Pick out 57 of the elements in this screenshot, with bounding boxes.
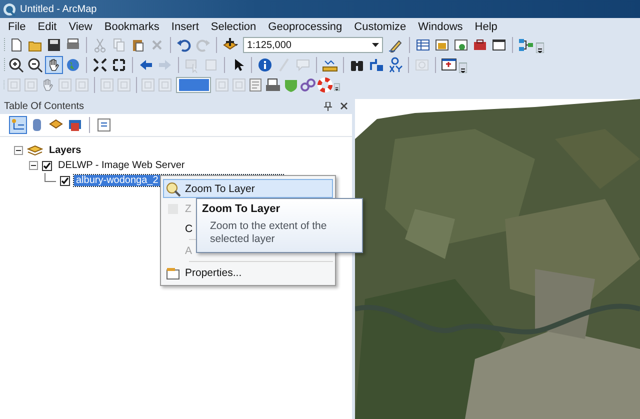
menu-item[interactable]: Zoom To Layer [163, 179, 333, 198]
menu-item[interactable]: Geoprocessing [262, 20, 348, 32]
list-by-drawing-order-icon[interactable] [10, 117, 26, 133]
checkbox[interactable] [60, 176, 70, 186]
scale-field[interactable]: 1:125,000 [243, 37, 383, 53]
search-window-icon[interactable] [453, 37, 469, 53]
undo-icon[interactable] [176, 37, 192, 53]
zoom-combo[interactable] [176, 77, 212, 93]
collapse-icon[interactable] [14, 146, 23, 155]
window-title: Untitled - ArcMap [20, 4, 97, 14]
panel-title: Table Of Contents [4, 101, 84, 112]
menu-item[interactable]: Insert [165, 20, 205, 32]
menu-item[interactable]: Selection [204, 20, 262, 32]
arrows-inward-icon[interactable] [92, 57, 108, 73]
route-icon[interactable] [368, 57, 384, 73]
left-arrow-icon[interactable] [138, 57, 154, 73]
pin-icon[interactable] [324, 102, 332, 111]
app-logo-icon [3, 2, 16, 16]
grip-icon[interactable] [3, 37, 6, 53]
tree-line [44, 173, 56, 182]
viewer-icon[interactable] [441, 57, 457, 73]
checkbox[interactable] [42, 160, 52, 170]
tooltip-title: Zoom To Layer [202, 203, 282, 215]
life-ring-icon[interactable] [317, 77, 334, 93]
layer-name[interactable]: DELWP - Image Web Server [56, 160, 187, 171]
menu-item[interactable]: Edit [32, 20, 63, 32]
clipboard-icon[interactable] [130, 37, 146, 53]
info-icon[interactable] [257, 57, 273, 73]
xy-pin-icon[interactable] [387, 57, 403, 73]
visibility-icon[interactable] [67, 117, 83, 133]
menu-item[interactable]: View [62, 20, 98, 32]
printer-icon[interactable] [265, 77, 282, 93]
collapse-icon[interactable] [29, 161, 38, 170]
menu-item[interactable]: Windows [412, 20, 469, 32]
layers-icon [27, 144, 43, 156]
menu-item[interactable]: Properties... [163, 263, 247, 282]
zoom-out-icon[interactable] [27, 57, 43, 73]
chain-links-icon[interactable] [300, 77, 316, 93]
menu-item[interactable]: Customize [348, 20, 412, 32]
options-list-icon[interactable] [96, 117, 112, 133]
menu-item[interactable]: C [163, 219, 198, 238]
table-icon[interactable] [415, 37, 431, 53]
catalog-icon[interactable] [434, 37, 450, 53]
layer-name[interactable]: Layers [47, 145, 84, 156]
dropdown-arrow-icon[interactable] [372, 43, 379, 47]
model-icon[interactable] [518, 37, 534, 53]
window-icon[interactable] [491, 37, 507, 53]
zoom-in-icon[interactable] [8, 57, 24, 73]
menu-item[interactable]: Help [468, 20, 504, 32]
zoom-layer-icon [165, 180, 181, 196]
grip-icon[interactable] [3, 57, 6, 73]
close-icon[interactable] [340, 102, 348, 110]
menu-item[interactable]: File [2, 20, 32, 32]
menu-item[interactable]: Bookmarks [98, 20, 166, 32]
arrows-outward-icon[interactable] [111, 57, 127, 73]
tooltip-text: Zoom to the extent of the selected layer [209, 220, 328, 246]
toolbox-icon[interactable] [472, 37, 488, 53]
